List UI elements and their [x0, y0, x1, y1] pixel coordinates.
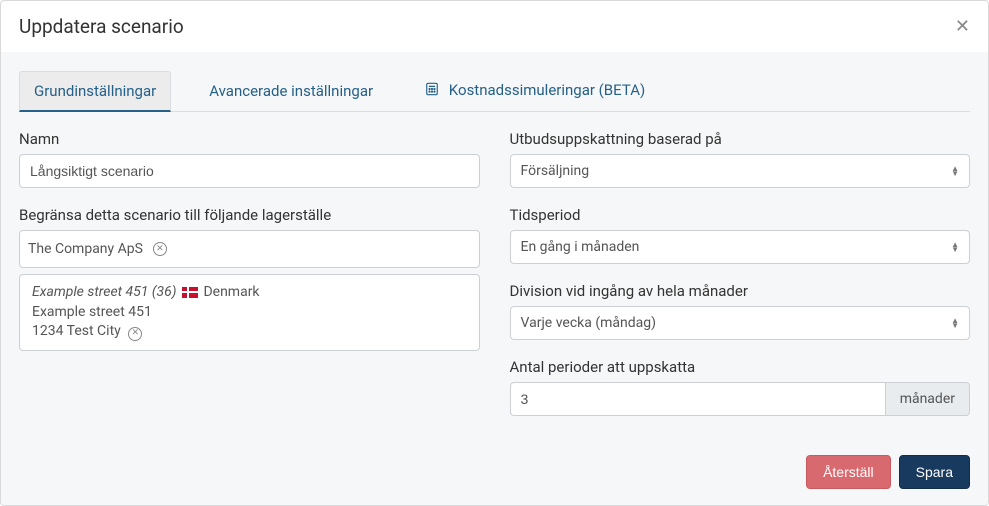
denmark-flag-icon	[182, 287, 198, 298]
tab-advanced-settings[interactable]: Avancerade inställningar	[195, 72, 387, 112]
address-country: Denmark	[203, 284, 259, 300]
form-grid: Namn Begränsa detta scenario till följan…	[19, 112, 970, 434]
save-button[interactable]: Spara	[899, 455, 970, 489]
division-label: Division vid ingång av hela månader	[510, 282, 971, 300]
reset-button[interactable]: Återställ	[806, 455, 891, 489]
group-division: Division vid ingång av hela månader Varj…	[510, 282, 971, 340]
division-select[interactable]: Varje vecka (måndag) ▲▼	[510, 306, 971, 340]
tab-basic-settings[interactable]: Grundinställningar	[19, 71, 171, 112]
num-periods-input[interactable]	[510, 382, 885, 416]
supply-select[interactable]: Försäljning ▲▼	[510, 154, 971, 188]
supply-select-value: Försäljning	[521, 163, 590, 179]
group-name: Namn	[19, 130, 480, 188]
chevron-sort-icon: ▲▼	[951, 242, 959, 252]
address-line-2: 1234 Test City	[32, 323, 121, 339]
name-input[interactable]	[19, 154, 480, 188]
modal: Uppdatera scenario ✕ Grundinställningar …	[0, 0, 989, 506]
group-time-period: Tidsperiod En gång i månaden ▲▼	[510, 206, 971, 264]
address-title-line: Example street 451 (36) Denmark	[32, 283, 467, 303]
chevron-sort-icon: ▲▼	[951, 166, 959, 176]
supply-label: Utbudsuppskattning baserad på	[510, 130, 971, 148]
address-line-1: Example street 451	[32, 303, 467, 323]
close-icon[interactable]: ✕	[955, 18, 970, 36]
period-select-value: En gång i månaden	[521, 239, 640, 255]
group-num-periods: Antal perioder att uppskatta månader	[510, 358, 971, 416]
address-line-2-row: 1234 Test City ✕	[32, 322, 467, 342]
remove-address-icon[interactable]: ✕	[128, 327, 142, 341]
tab-cost-simulations[interactable]: Kostnadssimuleringar (BETA)	[411, 71, 659, 112]
modal-header: Uppdatera scenario ✕	[1, 1, 988, 52]
tab-label: Grundinställningar	[34, 82, 156, 100]
name-label: Namn	[19, 130, 480, 148]
period-label: Tidsperiod	[510, 206, 971, 224]
address-title: Example street 451 (36)	[32, 284, 176, 300]
division-select-value: Varje vecka (måndag)	[521, 315, 657, 331]
limit-label: Begränsa detta scenario till följande la…	[19, 206, 480, 224]
modal-title: Uppdatera scenario	[19, 15, 184, 38]
tab-label: Kostnadssimuleringar (BETA)	[449, 81, 645, 99]
modal-body: Grundinställningar Avancerade inställnin…	[1, 52, 988, 441]
form-column-right: Utbudsuppskattning baserad på Försäljnin…	[510, 130, 971, 434]
modal-footer: Återställ Spara	[1, 441, 988, 505]
tab-bar: Grundinställningar Avancerade inställnin…	[19, 70, 970, 112]
num-periods-input-group: månader	[510, 382, 971, 416]
num-periods-label: Antal perioder att uppskatta	[510, 358, 971, 376]
group-limit-warehouse: Begränsa detta scenario till följande la…	[19, 206, 480, 351]
address-card: Example street 451 (36) Denmark Example …	[19, 274, 480, 351]
form-column-left: Namn Begränsa detta scenario till följan…	[19, 130, 480, 434]
warehouse-tag-input[interactable]: The Company ApS ✕	[19, 230, 480, 268]
num-periods-unit: månader	[885, 382, 970, 416]
tab-label: Avancerade inställningar	[209, 82, 373, 100]
period-select[interactable]: En gång i månaden ▲▼	[510, 230, 971, 264]
calculator-icon	[425, 82, 439, 100]
remove-company-tag-icon[interactable]: ✕	[153, 242, 167, 256]
group-supply-estimate: Utbudsuppskattning baserad på Försäljnin…	[510, 130, 971, 188]
chevron-sort-icon: ▲▼	[951, 318, 959, 328]
company-tag-label: The Company ApS	[28, 241, 143, 257]
